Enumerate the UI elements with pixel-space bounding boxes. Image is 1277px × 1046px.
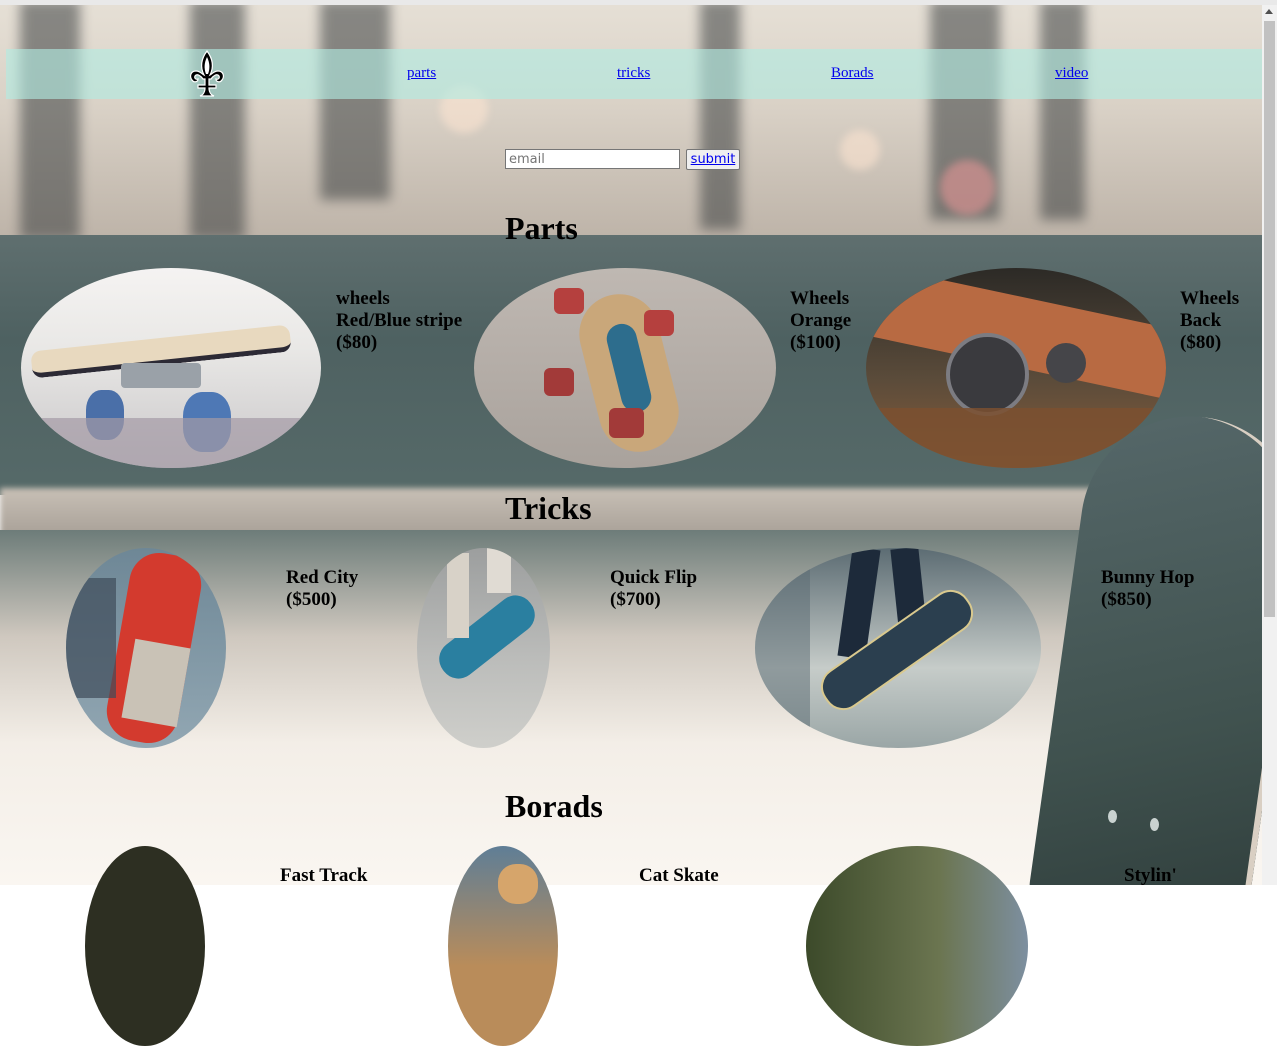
nav-link-video[interactable]: video bbox=[1055, 65, 1088, 82]
tricks-red-city-image bbox=[66, 548, 226, 748]
caption-line: Red/Blue stripe bbox=[336, 310, 463, 331]
nav-link-tricks[interactable]: tricks bbox=[617, 65, 650, 82]
caption-line: Stylin' bbox=[1124, 865, 1177, 886]
boards-caption-2: Cat Skate bbox=[639, 865, 719, 887]
caption-line: Bunny Hop bbox=[1101, 567, 1195, 588]
caption-line: Quick Flip bbox=[610, 567, 698, 588]
caption-line: ($850) bbox=[1101, 589, 1152, 610]
caption-line: ($80) bbox=[1180, 332, 1222, 353]
caption-line: Wheels bbox=[1180, 288, 1240, 309]
boards-fast-track-image bbox=[85, 846, 205, 1046]
tricks-caption-2: Quick Flip ($700) bbox=[610, 567, 697, 611]
caption-line: Wheels bbox=[790, 288, 850, 309]
tricks-caption-1: Red City ($500) bbox=[286, 567, 358, 611]
parts-wheels-orange-image bbox=[474, 268, 776, 468]
top-nav-bar: parts tricks Borads video bbox=[6, 49, 1262, 99]
boards-caption-3: Stylin' bbox=[1124, 865, 1177, 887]
tricks-bunny-hop-image bbox=[755, 548, 1041, 748]
fleur-de-lis-logo-icon[interactable] bbox=[186, 49, 228, 99]
parts-caption-1: wheels Red/Blue stripe ($80) bbox=[336, 288, 462, 354]
window-top-border bbox=[0, 0, 1277, 5]
scroll-up-arrow-icon[interactable] bbox=[1265, 9, 1273, 14]
parts-heading: Parts bbox=[505, 210, 578, 246]
boards-heading: Borads bbox=[505, 788, 603, 824]
tricks-quick-flip-image bbox=[417, 548, 550, 748]
nav-link-parts[interactable]: parts bbox=[407, 65, 436, 82]
nav-link-boards[interactable]: Borads bbox=[831, 65, 874, 82]
parts-wheels-back-image bbox=[866, 268, 1166, 468]
caption-line: Orange bbox=[790, 310, 852, 331]
caption-line: wheels bbox=[336, 288, 390, 309]
caption-line: ($80) bbox=[336, 332, 378, 353]
caption-line: ($700) bbox=[610, 589, 661, 610]
boards-cat-skate-image bbox=[448, 846, 558, 1046]
caption-line: ($100) bbox=[790, 332, 841, 353]
parts-caption-3: Wheels Back ($80) bbox=[1180, 288, 1239, 354]
boards-caption-1: Fast Track bbox=[280, 865, 367, 887]
submit-button[interactable]: submit bbox=[686, 149, 740, 170]
caption-line: Back bbox=[1180, 310, 1222, 331]
email-input[interactable] bbox=[505, 149, 680, 169]
caption-line: Fast Track bbox=[280, 865, 368, 886]
caption-line: ($500) bbox=[286, 589, 337, 610]
tricks-heading: Tricks bbox=[505, 490, 592, 526]
parts-wheels-redblue-image bbox=[21, 268, 321, 468]
scrollbar-thumb[interactable] bbox=[1264, 21, 1275, 617]
boards-stylin-image bbox=[806, 846, 1028, 1046]
tricks-caption-3: Bunny Hop ($850) bbox=[1101, 567, 1194, 611]
vertical-scrollbar[interactable] bbox=[1262, 5, 1277, 885]
caption-line: Red City bbox=[286, 567, 359, 588]
parts-caption-2: Wheels Orange ($100) bbox=[790, 288, 851, 354]
caption-line: Cat Skate bbox=[639, 865, 719, 886]
